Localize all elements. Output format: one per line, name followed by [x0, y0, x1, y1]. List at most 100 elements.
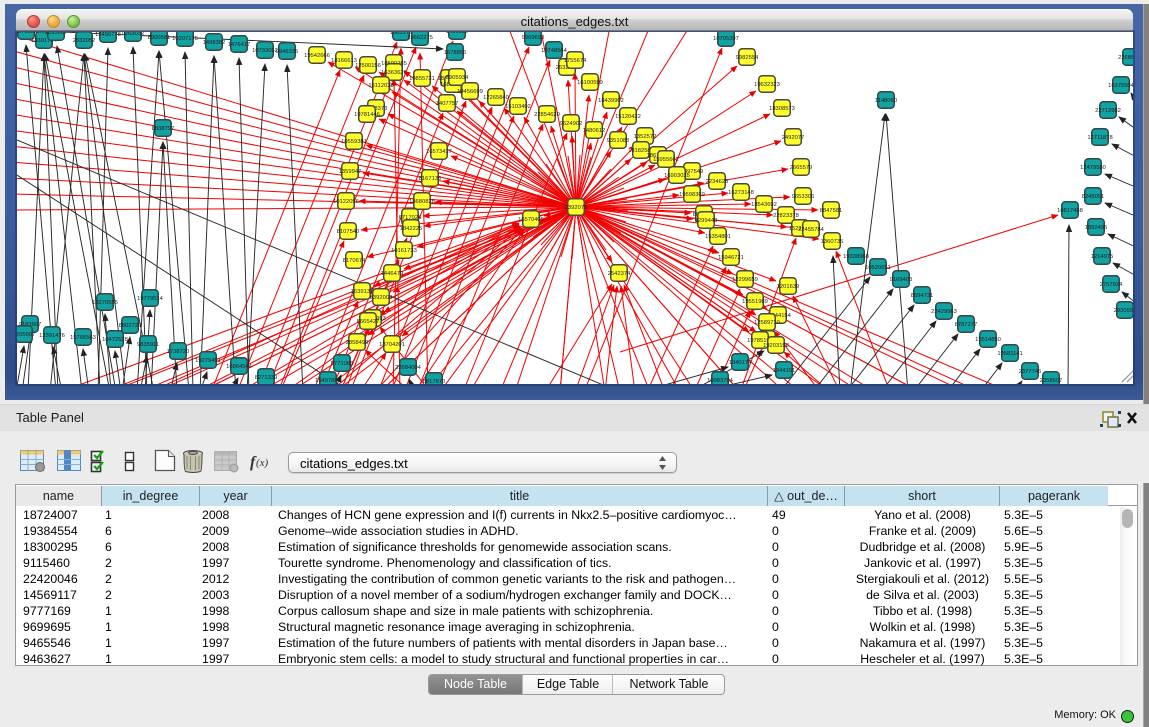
svg-text:15946721: 15946721 — [718, 255, 744, 261]
svg-text:1407757: 1407757 — [436, 101, 459, 107]
svg-text:15766563: 15766563 — [70, 335, 96, 341]
svg-text:16100599: 16100599 — [577, 80, 603, 86]
svg-text:8665427: 8665427 — [357, 319, 380, 325]
svg-text:1498382: 1498382 — [203, 40, 226, 46]
svg-text:1352572: 1352572 — [634, 134, 657, 140]
svg-text:1496922: 1496922 — [446, 32, 469, 35]
svg-text:10122056: 10122056 — [333, 199, 359, 205]
svg-text:1446479: 1446479 — [381, 271, 404, 277]
svg-text:2542374: 2542374 — [608, 271, 631, 277]
svg-text:1359947: 1359947 — [339, 169, 362, 175]
svg-text:8847581: 8847581 — [820, 208, 843, 214]
svg-text:1360735: 1360735 — [821, 239, 844, 245]
svg-text:16273148: 16273148 — [728, 190, 754, 196]
svg-text:8817870: 8817870 — [423, 379, 446, 384]
svg-text:8571029: 8571029 — [17, 32, 37, 35]
svg-text:9263032: 9263032 — [122, 32, 145, 37]
svg-text:19551989: 19551989 — [742, 299, 768, 305]
svg-text:2832052: 2832052 — [73, 38, 96, 44]
svg-text:9969693: 9969693 — [522, 35, 545, 41]
svg-text:19855731: 19855731 — [409, 76, 435, 82]
svg-text:15514850: 15514850 — [975, 337, 1001, 343]
svg-text:12589710: 12589710 — [754, 320, 780, 326]
svg-text:15103402: 15103402 — [505, 104, 531, 110]
svg-text:19338968: 19338968 — [843, 254, 869, 260]
svg-text:10559381: 10559381 — [341, 139, 367, 145]
svg-text:15120422: 15120422 — [615, 114, 641, 120]
svg-text:1214975: 1214975 — [1091, 254, 1114, 260]
svg-text:10705397: 10705397 — [713, 36, 739, 42]
svg-text:16903035: 16903035 — [664, 173, 690, 179]
svg-text:16617488: 16617488 — [1057, 208, 1083, 214]
svg-text:9653306: 9653306 — [792, 194, 815, 200]
svg-text:9982554: 9982554 — [736, 55, 759, 61]
svg-text:12391476: 12391476 — [39, 333, 65, 339]
svg-text:16573417: 16573417 — [426, 149, 452, 155]
svg-text:18166613: 18166613 — [331, 58, 357, 64]
svg-text:22429963: 22429963 — [931, 309, 957, 315]
svg-text:15497887: 15497887 — [315, 378, 341, 384]
svg-text:10207175: 10207175 — [172, 36, 198, 42]
svg-text:22854639: 22854639 — [534, 112, 560, 118]
svg-text:22712982: 22712982 — [1095, 108, 1121, 114]
svg-text:19779514: 19779514 — [137, 296, 164, 302]
svg-text:2665579: 2665579 — [790, 165, 813, 171]
svg-text:16570405: 16570405 — [518, 217, 544, 223]
svg-text:18680828: 18680828 — [409, 199, 435, 205]
svg-text:9905934: 9905934 — [446, 75, 469, 81]
svg-text:1476417: 1476417 — [228, 42, 251, 48]
svg-text:8107540: 8107540 — [337, 229, 360, 235]
svg-text:2757924: 2757924 — [1100, 282, 1123, 288]
svg-text:10983794: 10983794 — [707, 378, 734, 384]
svg-text:9351083: 9351083 — [607, 138, 630, 144]
svg-text:(x): (x) — [256, 457, 269, 469]
svg-text:9771088: 9771088 — [331, 361, 354, 367]
svg-text:8170674: 8170674 — [343, 258, 366, 264]
svg-text:16864544: 16864544 — [226, 364, 253, 370]
svg-text:15354801: 15354801 — [705, 234, 731, 240]
svg-text:18439902: 18439902 — [598, 98, 624, 104]
svg-text:1340174: 1340174 — [729, 360, 752, 366]
svg-text:1944151: 1944151 — [773, 368, 796, 374]
svg-text:19456699: 19456699 — [457, 89, 483, 95]
svg-text:2358607: 2358607 — [1040, 378, 1063, 384]
svg-text:8167136: 8167136 — [419, 176, 442, 182]
svg-text:8245051: 8245051 — [1082, 194, 1105, 200]
svg-text:12456778: 12456778 — [95, 32, 121, 38]
svg-text:9946335: 9946335 — [276, 49, 299, 55]
svg-text:22455784: 22455784 — [798, 227, 825, 233]
svg-text:2234628: 2234628 — [706, 179, 729, 185]
svg-text:1738720: 1738720 — [167, 349, 190, 355]
svg-text:1755674: 1755674 — [564, 58, 587, 64]
svg-text:19542666: 19542666 — [304, 53, 330, 59]
svg-text:19161733: 19161733 — [391, 248, 417, 254]
svg-text:8271339: 8271339 — [255, 375, 278, 381]
svg-text:8802729: 8802729 — [119, 323, 142, 329]
svg-text:1480612: 1480612 — [583, 128, 606, 134]
svg-text:19748564: 19748564 — [541, 48, 568, 54]
svg-text:9835911: 9835911 — [137, 342, 159, 348]
svg-text:1201639: 1201639 — [777, 284, 800, 290]
svg-text:10270555: 10270555 — [92, 300, 118, 306]
svg-text:1678856: 1678856 — [444, 50, 467, 56]
svg-text:1148050: 1148050 — [875, 98, 897, 104]
svg-text:8900581: 8900581 — [148, 35, 171, 41]
svg-text:22823378: 22823378 — [773, 213, 799, 219]
svg-text:1892495: 1892495 — [1085, 225, 1108, 231]
svg-text:2930555: 2930555 — [1114, 308, 1133, 314]
svg-text:1895667: 1895667 — [45, 32, 68, 36]
svg-text:19581141: 19581141 — [997, 351, 1022, 357]
svg-text:10472528: 10472528 — [102, 337, 128, 343]
svg-text:16112038: 16112038 — [368, 83, 393, 89]
svg-text:2377746: 2377746 — [1019, 369, 1042, 375]
svg-text:8787277: 8787277 — [955, 322, 978, 328]
svg-text:8205907: 8205907 — [17, 332, 35, 338]
svg-text:22684004: 22684004 — [395, 365, 422, 371]
svg-text:19598369: 19598369 — [679, 192, 705, 198]
svg-text:9624902: 9624902 — [560, 121, 583, 127]
svg-text:18308573: 18308573 — [769, 106, 795, 112]
svg-text:16363626: 16363626 — [381, 70, 407, 76]
svg-text:8694731: 8694731 — [911, 293, 934, 299]
svg-text:12265840: 12265840 — [483, 95, 509, 101]
svg-text:8838797: 8838797 — [152, 126, 175, 132]
